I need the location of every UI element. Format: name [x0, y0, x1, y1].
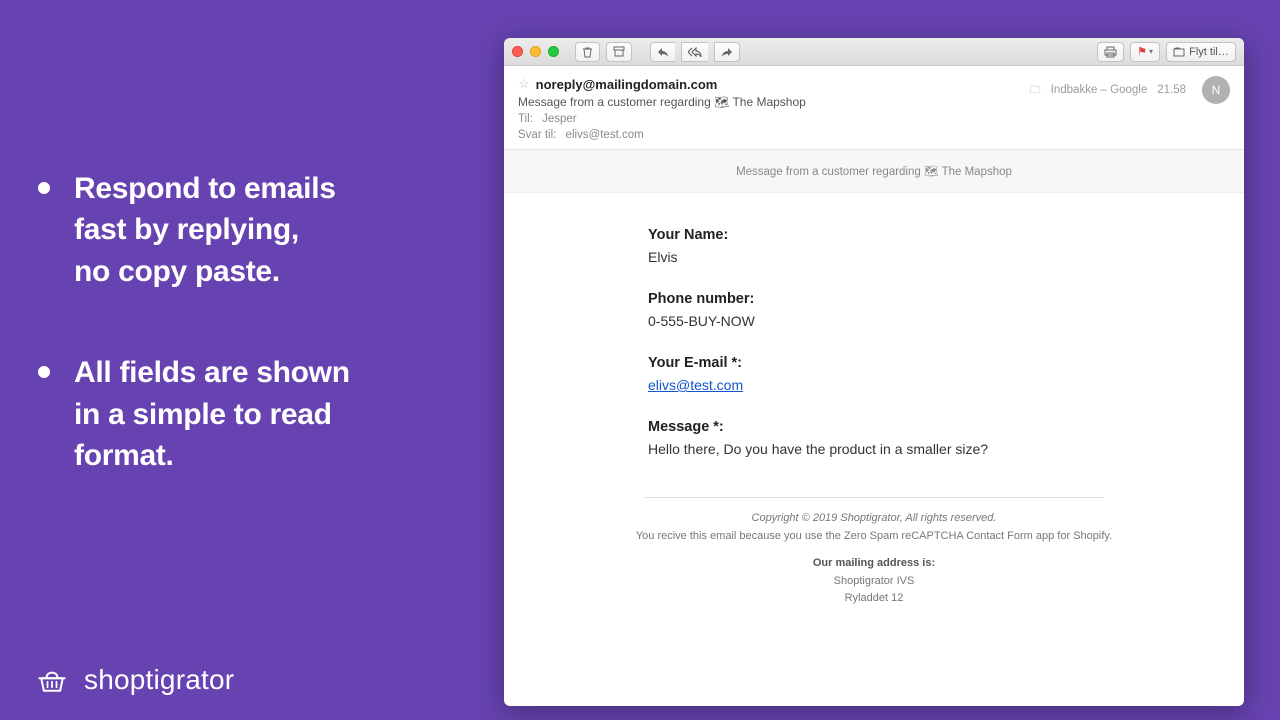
reply-to-row: Svar til: elivs@test.com: [518, 129, 1230, 141]
brand: shoptigrator: [34, 662, 234, 698]
print-button[interactable]: [1097, 42, 1124, 62]
text: All fields are shown: [74, 356, 350, 389]
field-value: 0-555-BUY-NOW: [648, 313, 1108, 329]
map-emoji-icon: 🗺: [714, 95, 729, 109]
reply-icon: [657, 47, 669, 57]
reply-to-label: Svar til:: [518, 129, 556, 141]
footer-reason: You recive this email because you use th…: [534, 528, 1214, 546]
flag-button[interactable]: ⚑ ▾: [1130, 42, 1160, 62]
brand-name: shoptigrator: [84, 664, 234, 696]
minimize-window-button[interactable]: [530, 46, 541, 57]
marketing-copy: Respond to emails fast by replying, no c…: [38, 168, 458, 536]
move-to-label: Flyt til…: [1189, 46, 1229, 58]
text: Respond to emails: [74, 172, 336, 205]
address-line: Shoptigrator IVS: [534, 573, 1214, 591]
close-window-button[interactable]: [512, 46, 523, 57]
text: The Mapshop: [942, 166, 1012, 178]
text: format.: [74, 439, 174, 472]
mail-window: ⚑ ▾ Flyt til… ☆ noreply@mailingdomain.co…: [504, 38, 1244, 706]
move-to-icon: [1173, 47, 1185, 57]
window-toolbar: ⚑ ▾ Flyt til…: [504, 38, 1244, 66]
move-to-button[interactable]: Flyt til…: [1166, 42, 1236, 62]
field-label: Your Name:: [648, 227, 1108, 243]
received-time: 21.58: [1157, 84, 1186, 96]
avatar-letter: N: [1212, 83, 1221, 97]
chevron-down-icon: ▾: [1149, 47, 1153, 56]
archive-icon: [613, 46, 625, 57]
bullet-1: Respond to emails fast by replying, no c…: [38, 168, 458, 292]
from-address: noreply@mailingdomain.com: [536, 77, 718, 92]
field-value: Hello there, Do you have the product in …: [648, 441, 1108, 457]
to-value: Jesper: [542, 113, 577, 125]
archive-button[interactable]: [606, 42, 632, 62]
text: Message from a customer regarding: [736, 166, 924, 178]
to-label: Til:: [518, 113, 533, 125]
folder-name: Indbakke – Google: [1051, 84, 1148, 96]
body-subject-bar: Message from a customer regarding 🗺 The …: [504, 150, 1244, 193]
to-row: Til: Jesper: [518, 113, 1230, 125]
brand-basket-icon: [34, 662, 70, 698]
message-footer: Copyright © 2019 Shoptigrator, All right…: [504, 498, 1244, 608]
field-email: Your E-mail *: elivs@test.com: [648, 355, 1108, 393]
text: fast by replying,: [74, 213, 299, 246]
reply-to-value: elivs@test.com: [566, 129, 644, 141]
text: in a simple to read: [74, 398, 332, 431]
field-label: Message *:: [648, 419, 1108, 435]
field-phone: Phone number: 0-555-BUY-NOW: [648, 291, 1108, 329]
text: Message from a customer regarding: [518, 95, 714, 109]
text: no copy paste.: [74, 255, 280, 288]
header-meta: 🗀 Indbakke – Google 21.58 N: [1030, 76, 1230, 104]
bullet-2: All fields are shown in a simple to read…: [38, 352, 458, 476]
avatar: N: [1202, 76, 1230, 104]
field-value: elivs@test.com: [648, 377, 1108, 393]
trash-button[interactable]: [575, 42, 600, 62]
message-body: Message from a customer regarding 🗺 The …: [504, 150, 1244, 706]
forward-icon: [721, 47, 733, 57]
field-value: Elvis: [648, 249, 1108, 265]
reply-button[interactable]: [650, 42, 675, 62]
field-message: Message *: Hello there, Do you have the …: [648, 419, 1108, 457]
field-label: Your E-mail *:: [648, 355, 1108, 371]
traffic-lights: [512, 46, 559, 57]
reply-all-icon: [688, 47, 702, 57]
printer-icon: [1104, 46, 1117, 58]
field-name: Your Name: Elvis: [648, 227, 1108, 265]
reply-all-button[interactable]: [681, 42, 708, 62]
star-icon[interactable]: ☆: [518, 76, 530, 92]
form-fields: Your Name: Elvis Phone number: 0-555-BUY…: [648, 227, 1108, 457]
email-link[interactable]: elivs@test.com: [648, 377, 743, 393]
text: The Mapshop: [732, 95, 805, 109]
flag-icon: ⚑: [1137, 45, 1147, 58]
address-heading: Our mailing address is:: [534, 555, 1214, 573]
message-header: ☆ noreply@mailingdomain.com Message from…: [504, 66, 1244, 150]
map-emoji-icon: 🗺: [924, 166, 939, 178]
copyright-text: Copyright © 2019 Shoptigrator, All right…: [534, 510, 1214, 528]
folder-icon: 🗀: [1030, 81, 1041, 100]
forward-button[interactable]: [714, 42, 740, 62]
field-label: Phone number:: [648, 291, 1108, 307]
address-line: Ryladdet 12: [534, 590, 1214, 608]
trash-icon: [582, 46, 593, 58]
zoom-window-button[interactable]: [548, 46, 559, 57]
